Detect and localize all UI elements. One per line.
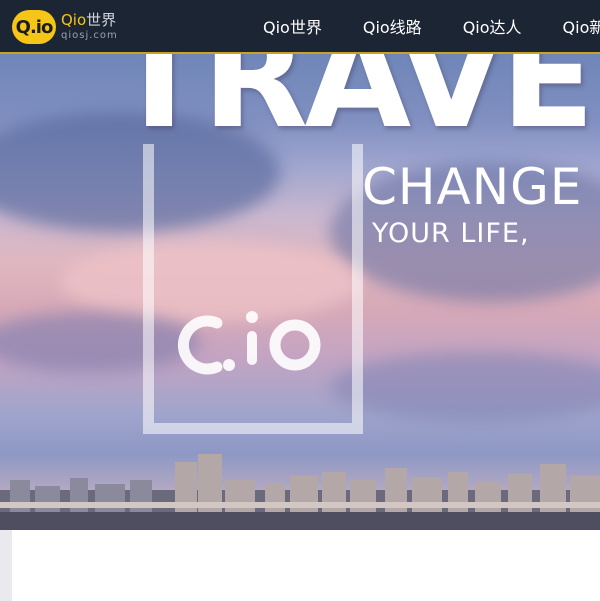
top-navigation-bar: Q.io Qio世界 qiosj.com Qio世界 Qio线路 Qio达人 Q… — [0, 0, 600, 54]
hero-banner[interactable]: TRAVEL CHANGE YOUR LIFE, — [0, 52, 600, 530]
logo-badge: Q.io — [12, 10, 56, 44]
nav-item-qio-experts[interactable]: Qio达人 — [463, 14, 522, 38]
logo-title-brand: Qio — [61, 11, 87, 29]
content-panel-edge — [0, 530, 12, 601]
qio-watermark-logo — [177, 311, 321, 375]
nav-item-qio-new[interactable]: Qio新 — [563, 14, 600, 38]
nav-item-qio-world[interactable]: Qio世界 — [263, 14, 322, 38]
logo-url: qiosj.com — [61, 30, 118, 41]
hero-tagline: YOUR LIFE, — [372, 218, 530, 249]
logo-title-cn: 世界 — [86, 11, 117, 29]
site-logo[interactable]: Q.io Qio世界 qiosj.com — [12, 8, 118, 46]
hero-subline: CHANGE — [362, 158, 583, 216]
main-nav: Qio世界 Qio线路 Qio达人 Qio新 — [263, 0, 600, 52]
cloud — [330, 352, 600, 422]
city-skyline-image — [0, 454, 600, 530]
nav-item-qio-routes[interactable]: Qio线路 — [363, 14, 422, 38]
hero-frame-decoration — [143, 144, 363, 434]
hero-headline: TRAVEL — [112, 52, 600, 159]
logo-title: Qio世界 — [61, 13, 118, 28]
content-panel — [12, 530, 600, 601]
logo-text: Qio世界 qiosj.com — [61, 13, 118, 41]
